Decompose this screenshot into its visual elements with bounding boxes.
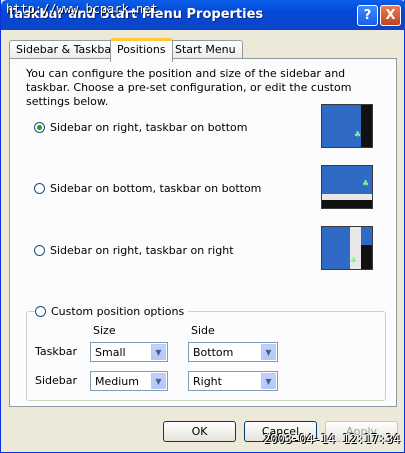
sidebar-preview (361, 105, 372, 147)
option-right-bottom[interactable]: Sidebar on right, taskbar on bottom (34, 121, 247, 134)
option-bottom-bottom[interactable]: Sidebar on bottom, taskbar on bottom (34, 182, 261, 195)
sidebar-side-select[interactable]: Right ▼ (188, 371, 278, 391)
option-label: Sidebar on bottom, taskbar on bottom (50, 182, 262, 195)
tab-sidebar-taskbar[interactable]: Sidebar & Taskbar (9, 40, 123, 59)
preview-right-bottom: ♣ (321, 104, 373, 148)
gadget-icon: ♣ (350, 256, 358, 265)
tab-positions[interactable]: Positions (110, 38, 173, 62)
radio-button[interactable] (34, 183, 45, 194)
preview-right-right: ♣ (321, 226, 373, 270)
gadget-icon: ♣ (354, 130, 362, 139)
option-label: Sidebar on right, taskbar on bottom (50, 121, 248, 134)
custom-options-group: Custom position options Size Side Taskba… (26, 305, 386, 401)
radio-button[interactable] (34, 122, 45, 133)
radio-button[interactable] (34, 245, 45, 256)
help-button[interactable]: ? (357, 5, 378, 26)
taskbar-preview (322, 200, 372, 208)
sidebar-size-select[interactable]: Medium ▼ (90, 371, 168, 391)
taskbar-label: Taskbar (35, 345, 77, 358)
option-right-right[interactable]: Sidebar on right, taskbar on right (34, 244, 234, 257)
properties-dialog: Taskbar and Start Menu Properties http:/… (0, 0, 405, 453)
option-label: Custom position options (51, 305, 185, 318)
timestamp-overlay: 2003-04-14 12:17:34 (263, 432, 401, 446)
taskbar-preview (361, 245, 372, 269)
option-label: Sidebar on right, taskbar on right (50, 244, 234, 257)
tab-start-menu[interactable]: Start Menu (168, 40, 243, 59)
select-value: Medium (95, 375, 139, 388)
close-button[interactable]: X (380, 5, 401, 26)
sidebar-label: Sidebar (35, 374, 78, 387)
taskbar-side-select[interactable]: Bottom ▼ (188, 342, 278, 362)
chevron-down-icon[interactable]: ▼ (261, 344, 276, 360)
radio-button[interactable] (35, 306, 46, 317)
watermark-text: http://www.bcpark.net (6, 2, 158, 16)
intro-text: You can configure the position and size … (26, 67, 352, 108)
preview-bottom-bottom: ♣ (321, 165, 373, 209)
ok-button[interactable]: OK (163, 421, 236, 442)
chevron-down-icon[interactable]: ▼ (261, 373, 276, 389)
option-custom[interactable]: Custom position options (35, 305, 189, 318)
select-value: Right (193, 375, 222, 388)
positions-panel: You can configure the position and size … (9, 58, 397, 407)
side-header: Side (191, 324, 215, 337)
chevron-down-icon[interactable]: ▼ (151, 344, 166, 360)
select-value: Small (95, 346, 126, 359)
select-value: Bottom (193, 346, 234, 359)
gadget-icon: ♣ (362, 179, 370, 188)
chevron-down-icon[interactable]: ▼ (151, 373, 166, 389)
taskbar-size-select[interactable]: Small ▼ (90, 342, 168, 362)
size-header: Size (93, 324, 116, 337)
title-bar[interactable]: Taskbar and Start Menu Properties http:/… (1, 0, 405, 30)
